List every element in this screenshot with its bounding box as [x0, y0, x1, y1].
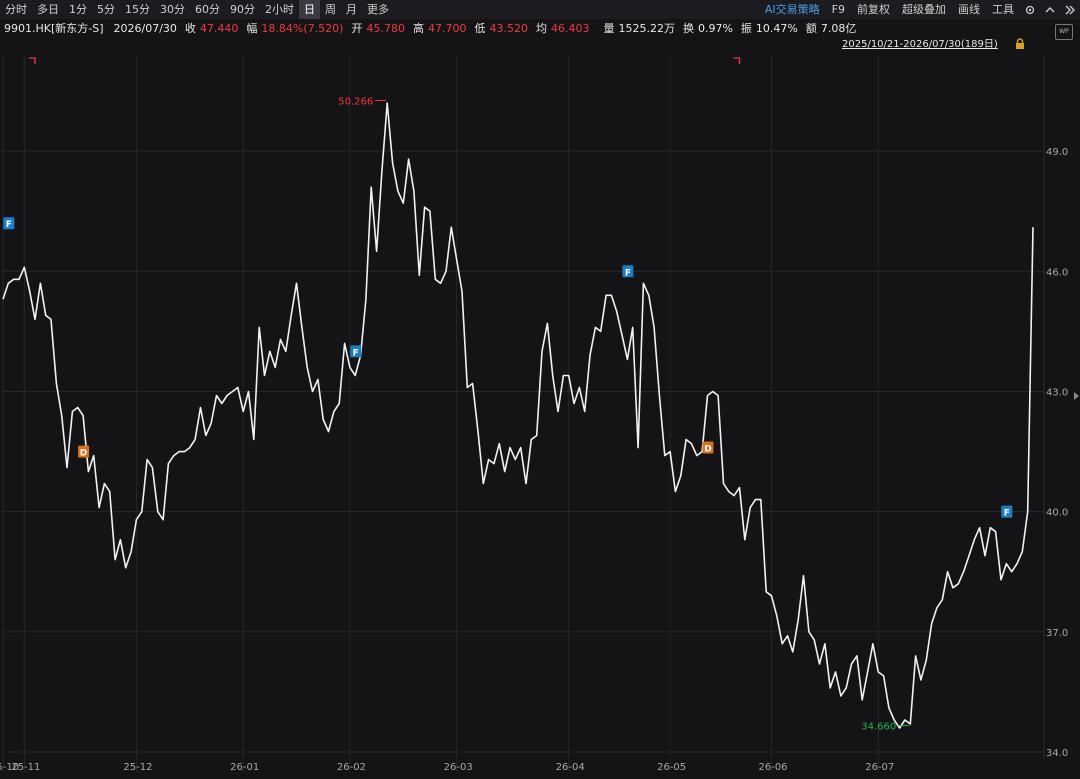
x-tick-label: 26-06 [758, 762, 787, 773]
side-panel-badge[interactable]: WP [1055, 24, 1073, 40]
gear-icon[interactable] [1020, 0, 1040, 19]
signal-marker-label: D [80, 449, 87, 459]
overlay-button[interactable]: 超级叠加 [896, 0, 952, 19]
price-chart[interactable]: 34.037.040.043.046.049.025-1025-1125-122… [0, 0, 1080, 779]
signal-marker-label: F [353, 348, 359, 358]
open-label: 开 [351, 22, 363, 35]
x-tick-label: 26-04 [556, 762, 585, 773]
period-tab[interactable]: 周 [320, 0, 341, 19]
x-tick-label: 26-07 [865, 762, 894, 773]
period-tab[interactable]: 2小时 [260, 0, 299, 19]
range-bracket-marker [733, 57, 741, 64]
x-tick-label: 26-03 [444, 762, 473, 773]
draw-button[interactable]: 画线 [952, 0, 986, 19]
stock-code: 9901.HK[新东方-S] [4, 22, 104, 35]
x-tick-label: 26-05 [657, 762, 686, 773]
toolbar-right: AI交易策略 F9 前复权 超级叠加 画线 工具 [759, 0, 1080, 19]
f9-button[interactable]: F9 [826, 0, 851, 19]
period-tab[interactable]: 5分 [92, 0, 120, 19]
avg-value: 46.403 [550, 21, 590, 35]
volume-value: 1525.22万 [618, 22, 675, 35]
lock-icon[interactable] [1014, 38, 1026, 50]
signal-marker-label: F [6, 220, 12, 230]
high-value: 47.700 [427, 21, 467, 35]
amplitude-value: 10.47% [755, 21, 798, 35]
y-tick-label: 43.0 [1046, 387, 1068, 398]
y-tick-label: 49.0 [1046, 147, 1068, 158]
adjust-button[interactable]: 前复权 [851, 0, 896, 19]
expand-panel-icon[interactable] [1074, 392, 1079, 400]
y-tick-label: 46.0 [1046, 267, 1068, 278]
low-label: 低 [474, 22, 486, 35]
period-tab[interactable]: 30分 [155, 0, 190, 19]
period-toolbar: 分时 多日 1分 5分 15分 30分 60分 90分 2小时日周月更多 AI交易策略 F9 前复权超… [0, 0, 1080, 19]
x-tick-label: 25-12 [123, 762, 152, 773]
period-tab[interactable]: 分时 [0, 0, 32, 19]
turnover-value: 0.97% [697, 21, 733, 35]
range-bracket-marker [29, 57, 36, 64]
signal-marker-label: F [625, 268, 631, 278]
change-value: 18.84%(7.520) [261, 21, 344, 35]
period-tab[interactable]: 15分 [120, 0, 155, 19]
double-chevron-right-icon[interactable] [1060, 0, 1080, 19]
date-range-label[interactable]: 2025/10/21-2026/07/30(189日) [842, 38, 998, 52]
period-tab[interactable]: 更多 [362, 0, 394, 19]
volume-label: 量 [603, 22, 615, 35]
amplitude-label: 振 [740, 22, 752, 35]
period-tab[interactable]: 日 [299, 0, 320, 19]
amount-value: 7.08亿 [820, 22, 857, 35]
low-label: 34.660 [861, 722, 896, 733]
y-tick-label: 40.0 [1046, 508, 1068, 519]
y-tick-label: 34.0 [1046, 748, 1068, 759]
amount-label: 额 [805, 22, 817, 35]
period-tab[interactable]: 多日 [32, 0, 64, 19]
x-tick-label: 26-02 [337, 762, 366, 773]
ai-strategy-button[interactable]: AI交易策略 [759, 0, 826, 19]
period-tab[interactable]: 1分 [64, 0, 92, 19]
close-label: 收 [184, 22, 196, 35]
low-value: 43.520 [489, 21, 528, 35]
open-value: 45.780 [366, 21, 405, 35]
period-tab[interactable]: 90分 [225, 0, 260, 19]
period-tab[interactable]: 60分 [190, 0, 225, 19]
avg-label: 均 [535, 22, 547, 35]
quote-date: 2026/07/30 [113, 21, 177, 35]
signal-marker-label: D [704, 445, 711, 455]
close-value: 47.440 [199, 21, 239, 35]
signal-marker-label: F [1004, 509, 1010, 519]
high-label: 高 [412, 22, 424, 35]
high-label: 50.266 [338, 96, 373, 107]
x-tick-label: 26-01 [230, 762, 259, 773]
period-tab[interactable]: 月 [341, 0, 362, 19]
y-tick-label: 37.0 [1046, 628, 1068, 639]
change-label: 幅 [246, 22, 258, 35]
tools-button[interactable]: 工具 [986, 0, 1020, 19]
turnover-label: 换 [682, 22, 694, 35]
x-tick-label: 25-11 [11, 762, 40, 773]
quote-bar: 9901.HK[新东方-S] 2026/07/30 收 47.440 幅 18.… [0, 19, 1080, 37]
chevron-up-icon[interactable] [1040, 0, 1060, 19]
